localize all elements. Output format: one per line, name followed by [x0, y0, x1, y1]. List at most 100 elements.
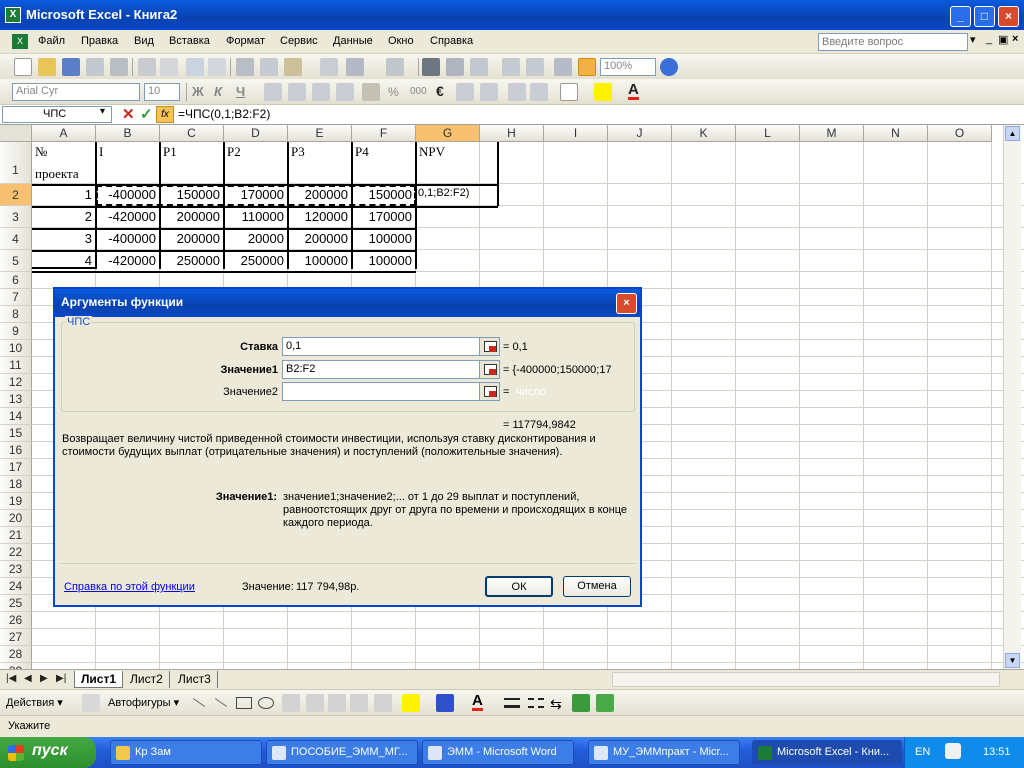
cell-g2[interactable]: 0,1;B2:F2) — [418, 187, 496, 205]
row-header-8[interactable]: 8 — [0, 306, 32, 323]
row-header-9[interactable]: 9 — [0, 323, 32, 340]
arg-rate-input[interactable]: 0,1 — [282, 337, 500, 356]
scroll-down-button[interactable]: ▼ — [1005, 653, 1020, 668]
column-header-c[interactable]: C — [160, 125, 224, 142]
fill-color-draw-icon[interactable] — [402, 694, 420, 712]
row-header-14[interactable]: 14 — [0, 408, 32, 425]
zoom-select[interactable]: 100% — [600, 58, 656, 76]
enter-formula-icon[interactable]: ✓ — [140, 105, 153, 123]
task-excel[interactable]: Microsoft Excel - Кни... — [752, 740, 902, 765]
drawing-toggle-icon[interactable] — [578, 58, 596, 76]
autoshapes-menu[interactable]: Автофигуры ▾ — [108, 696, 179, 709]
collapse-dialog-icon[interactable] — [479, 382, 500, 401]
row-header-10[interactable]: 10 — [0, 340, 32, 357]
line-icon[interactable] — [192, 698, 206, 707]
cell-e3[interactable]: 120000 — [289, 209, 350, 224]
shadow-style-icon[interactable] — [572, 694, 590, 712]
clipart-icon[interactable] — [350, 694, 368, 712]
cell-c5[interactable]: 250000 — [161, 253, 222, 268]
ok-button[interactable]: ОК — [485, 576, 553, 597]
select-all-corner[interactable] — [0, 125, 32, 142]
menu-edit[interactable]: Правка — [81, 35, 118, 47]
row-header-17[interactable]: 17 — [0, 459, 32, 476]
cell-a3[interactable]: 2 — [33, 209, 94, 224]
currency-icon[interactable] — [362, 83, 380, 101]
align-center-icon[interactable] — [288, 83, 306, 101]
row-header-4[interactable]: 4 — [0, 228, 32, 250]
row-header-6[interactable]: 6 — [0, 272, 32, 289]
column-header-k[interactable]: K — [672, 125, 736, 142]
task-folder[interactable]: Кр Зам — [110, 740, 262, 765]
cell-a2[interactable]: 1 — [33, 187, 94, 202]
arg-value1-input[interactable]: B2:F2 — [282, 360, 500, 379]
increase-indent-icon[interactable] — [530, 83, 548, 101]
column-header-g[interactable]: G — [416, 125, 480, 142]
row-header-27[interactable]: 27 — [0, 629, 32, 646]
cell-b5[interactable]: -420000 — [97, 253, 158, 268]
print-icon[interactable] — [138, 58, 156, 76]
menu-file[interactable]: Файл — [38, 35, 65, 47]
arrow-style-icon[interactable]: ⇆ — [550, 696, 562, 713]
row-header-24[interactable]: 24 — [0, 578, 32, 595]
arg-value2-input[interactable] — [282, 382, 500, 401]
row-header-12[interactable]: 12 — [0, 374, 32, 391]
help-icon[interactable] — [660, 58, 678, 76]
help-dropdown-icon[interactable]: ▾ — [970, 33, 976, 46]
merge-center-icon[interactable] — [336, 83, 354, 101]
underline-button[interactable]: Ч — [236, 84, 245, 99]
maximize-button[interactable]: □ — [974, 6, 995, 27]
scroll-up-button[interactable]: ▲ — [1005, 126, 1020, 141]
cell-e5[interactable]: 100000 — [289, 253, 350, 268]
row-header-23[interactable]: 23 — [0, 561, 32, 578]
name-box-dropdown-icon[interactable]: ▾ — [100, 106, 105, 117]
diagram-icon[interactable] — [328, 694, 346, 712]
wordart-icon[interactable] — [306, 694, 324, 712]
vertical-scrollbar[interactable]: ▲ ▼ — [1003, 125, 1021, 670]
column-header-a[interactable]: A — [32, 125, 96, 142]
sheet-tab-1[interactable]: Лист1 — [74, 671, 124, 688]
print-preview-icon[interactable] — [160, 58, 178, 76]
sort-asc-icon[interactable] — [502, 58, 520, 76]
excel-app-icon[interactable]: X — [5, 7, 21, 23]
tray-app-icon[interactable] — [945, 743, 961, 759]
picture-icon[interactable] — [374, 694, 392, 712]
sheet-tab-2[interactable]: Лист2 — [124, 671, 170, 688]
column-header-e[interactable]: E — [288, 125, 352, 142]
save-icon[interactable] — [62, 58, 80, 76]
menu-view[interactable]: Вид — [134, 35, 154, 47]
row-header-16[interactable]: 16 — [0, 442, 32, 459]
row-header-26[interactable]: 26 — [0, 612, 32, 629]
dialog-close-button[interactable]: × — [616, 293, 637, 314]
row-header-2[interactable]: 2 — [0, 184, 32, 206]
line-style-icon[interactable] — [504, 698, 520, 708]
font-size-select[interactable]: 10 — [144, 83, 180, 101]
cell-f4[interactable]: 100000 — [353, 231, 414, 246]
prev-sheet-icon[interactable]: ◀ — [24, 673, 32, 684]
cut-icon[interactable] — [236, 58, 254, 76]
task-word-1[interactable]: ПОСОБИЕ_ЭММ_МГ... — [266, 740, 418, 765]
column-header-f[interactable]: F — [352, 125, 416, 142]
menu-data[interactable]: Данные — [333, 35, 373, 47]
fill-color-icon[interactable] — [594, 83, 612, 101]
cancel-button[interactable]: Отмена — [563, 576, 631, 597]
dash-style-icon[interactable] — [528, 698, 544, 708]
rectangle-icon[interactable] — [236, 697, 252, 709]
italic-button[interactable]: К — [214, 84, 222, 99]
column-header-m[interactable]: M — [800, 125, 864, 142]
task-word-2[interactable]: ЭММ - Microsoft Word — [422, 740, 574, 765]
cell-a5[interactable]: 4 — [33, 253, 94, 268]
row-header-21[interactable]: 21 — [0, 527, 32, 544]
first-sheet-icon[interactable]: |◀ — [6, 673, 16, 684]
start-button[interactable]: пуск — [0, 737, 96, 768]
open-folder-icon[interactable] — [38, 58, 56, 76]
cell-b4[interactable]: -400000 — [97, 231, 158, 246]
formula-input[interactable]: =ЧПС(0,1;B2:F2) — [178, 107, 270, 121]
align-left-icon[interactable] — [264, 83, 282, 101]
cancel-formula-icon[interactable]: ✕ — [122, 105, 135, 123]
3d-style-icon[interactable] — [596, 694, 614, 712]
bold-button[interactable]: Ж — [192, 84, 204, 99]
column-header-j[interactable]: J — [608, 125, 672, 142]
sum-icon[interactable] — [470, 58, 488, 76]
oval-icon[interactable] — [258, 697, 274, 709]
insert-function-icon[interactable]: fx — [156, 106, 174, 123]
